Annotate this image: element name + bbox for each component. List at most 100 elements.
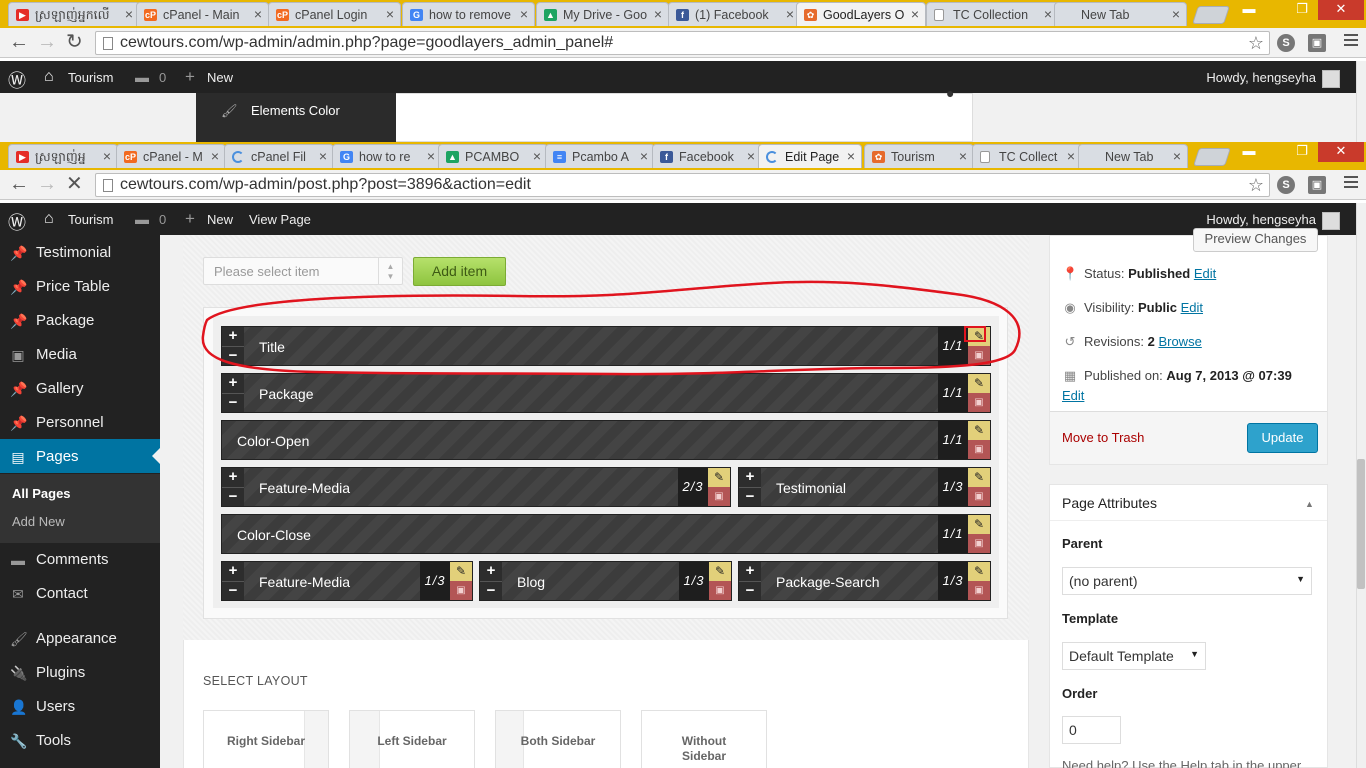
decrease-size-button[interactable]: − bbox=[222, 393, 244, 412]
help-circle-icon[interactable]: ● bbox=[946, 85, 954, 101]
close-tab-icon[interactable]: × bbox=[103, 148, 111, 164]
builder-item[interactable]: + − Package-Search 1/3 ✎ ▣ bbox=[738, 561, 991, 601]
trash-icon[interactable]: ▣ bbox=[968, 581, 990, 600]
extension-icon[interactable]: ▣ bbox=[1308, 176, 1326, 194]
edit-status-link[interactable]: Edit bbox=[1194, 266, 1216, 281]
skype-icon[interactable]: S bbox=[1277, 176, 1295, 194]
sidebar-item-users[interactable]: 👤 Users bbox=[0, 689, 160, 723]
sidebar-item-price-table[interactable]: 📌 Price Table bbox=[0, 269, 160, 303]
layout-option[interactable]: Right Sidebar bbox=[203, 710, 329, 768]
browser-tab[interactable]: ✿ Tourism × bbox=[864, 144, 974, 168]
submenu-all-pages[interactable]: All Pages bbox=[12, 486, 71, 501]
pencil-icon[interactable]: ✎ bbox=[968, 515, 990, 534]
pencil-icon[interactable]: ✎ bbox=[968, 468, 990, 487]
forward-arrow-icon[interactable]: → bbox=[37, 32, 57, 52]
back-scrollbar[interactable] bbox=[1356, 61, 1366, 142]
trash-icon[interactable]: ▣ bbox=[708, 487, 730, 506]
close-tab-icon[interactable]: × bbox=[654, 6, 662, 22]
new-link[interactable]: New bbox=[207, 70, 233, 85]
comment-count[interactable]: 0 bbox=[159, 70, 166, 85]
bookmark-star-icon[interactable]: ☆ bbox=[1248, 33, 1264, 54]
browser-tab[interactable]: TC Collect × bbox=[972, 144, 1082, 168]
update-button[interactable]: Update bbox=[1247, 423, 1318, 453]
trash-icon[interactable]: ▣ bbox=[450, 581, 472, 600]
sidebar-item-personnel[interactable]: 📌 Personnel bbox=[0, 405, 160, 439]
submenu-add-new[interactable]: Add New bbox=[12, 514, 65, 529]
collapse-caret-icon[interactable]: ▲ bbox=[1305, 499, 1314, 509]
sidebar-item-appearance[interactable]: 🖌 Appearance bbox=[0, 621, 160, 655]
sidebar-item-contact[interactable]: ✉ Contact bbox=[0, 576, 160, 610]
avatar[interactable] bbox=[1322, 212, 1340, 230]
sidebar-item-pages[interactable]: ▤ Pages bbox=[0, 439, 160, 473]
sidebar-item-plugins[interactable]: 🔌 Plugins bbox=[0, 655, 160, 689]
pencil-icon[interactable]: ✎ bbox=[709, 562, 731, 581]
trash-icon[interactable]: ▣ bbox=[968, 440, 990, 459]
chrome-menu-icon[interactable] bbox=[1344, 34, 1358, 48]
builder-item[interactable]: + − Testimonial 1/3 ✎ ▣ bbox=[738, 467, 991, 507]
back-arrow-icon[interactable]: ← bbox=[9, 174, 29, 194]
increase-size-button[interactable]: + bbox=[739, 562, 761, 581]
new-tab-button[interactable] bbox=[1193, 148, 1231, 166]
close-tab-icon[interactable]: × bbox=[319, 148, 327, 164]
browser-tab[interactable]: Ghow to remove × bbox=[402, 2, 535, 26]
close-tab-icon[interactable]: × bbox=[1067, 148, 1075, 164]
builder-item[interactable]: Color-Open 1/1 ✎ ▣ bbox=[221, 420, 991, 460]
browser-tab[interactable]: Edit Page × bbox=[758, 144, 862, 168]
howdy-user[interactable]: Howdy, hengseyha bbox=[1206, 212, 1316, 227]
layout-option[interactable]: Without Sidebar bbox=[641, 710, 767, 768]
address-bar[interactable]: cewtours.com/wp-admin/admin.php?page=goo… bbox=[95, 31, 1270, 55]
close-tab-icon[interactable]: × bbox=[959, 148, 967, 164]
new-tab-button[interactable] bbox=[1192, 6, 1230, 24]
forward-arrow-icon[interactable]: → bbox=[37, 174, 57, 194]
close-tab-icon[interactable]: × bbox=[1172, 6, 1180, 22]
wordpress-logo-icon[interactable]: Ⓦ bbox=[8, 209, 26, 235]
browser-tab[interactable]: f (1) Facebook × bbox=[668, 2, 801, 26]
decrease-size-button[interactable]: − bbox=[739, 581, 761, 600]
reload-icon[interactable]: ↻ bbox=[66, 32, 83, 52]
decrease-size-button[interactable]: − bbox=[222, 487, 244, 506]
layout-option[interactable]: Left Sidebar bbox=[349, 710, 475, 768]
maximize-icon[interactable]: ❐ bbox=[1288, 142, 1316, 162]
close-tab-icon[interactable]: × bbox=[386, 6, 394, 22]
site-name-link[interactable]: Tourism bbox=[68, 212, 114, 227]
minimize-icon[interactable]: ▬ bbox=[1235, 142, 1263, 162]
sidebar-item-testimonial[interactable]: 📌 Testimonial bbox=[0, 235, 160, 269]
new-link[interactable]: New bbox=[207, 212, 233, 227]
browser-tab[interactable]: ▶ ស្រឡាញ់អ្ន × bbox=[8, 144, 118, 168]
builder-item[interactable]: + − Blog 1/3 ✎ ▣ bbox=[479, 561, 732, 601]
close-tab-icon[interactable]: × bbox=[847, 148, 855, 164]
pencil-icon[interactable]: ✎ bbox=[968, 562, 990, 581]
decrease-size-button[interactable]: − bbox=[480, 581, 502, 600]
close-tab-icon[interactable]: × bbox=[747, 148, 755, 164]
browser-tab[interactable]: cPanel Fil × bbox=[224, 144, 334, 168]
view-page-link[interactable]: View Page bbox=[249, 212, 311, 227]
wordpress-logo-icon[interactable]: Ⓦ bbox=[8, 67, 26, 93]
close-tab-icon[interactable]: × bbox=[640, 148, 648, 164]
close-window-icon[interactable]: ✕ bbox=[1318, 142, 1364, 162]
howdy-user[interactable]: Howdy, hengseyha bbox=[1206, 70, 1316, 85]
close-tab-icon[interactable]: × bbox=[254, 6, 262, 22]
trash-icon[interactable]: ▣ bbox=[968, 534, 990, 553]
edit-date-link[interactable]: Edit bbox=[1062, 388, 1084, 403]
avatar[interactable] bbox=[1322, 70, 1340, 88]
front-scrollbar[interactable] bbox=[1356, 203, 1366, 768]
browser-tab[interactable]: New Tab × bbox=[1078, 144, 1188, 168]
decrease-size-button[interactable]: − bbox=[739, 487, 761, 506]
elements-color-item[interactable]: Elements Color bbox=[251, 103, 340, 118]
sidebar-item-media[interactable]: ▣ Media bbox=[0, 337, 160, 371]
sidebar-item-gallery[interactable]: 📌 Gallery bbox=[0, 371, 160, 405]
increase-size-button[interactable]: + bbox=[739, 468, 761, 487]
browser-tab[interactable]: cP cPanel - Main × bbox=[136, 2, 269, 26]
browser-tab[interactable]: ▶ ស្រឡាញ់អ្នកលើ × bbox=[8, 2, 140, 26]
back-arrow-icon[interactable]: ← bbox=[9, 32, 29, 52]
sidebar-item-comments[interactable]: ▬ Comments bbox=[0, 542, 160, 576]
template-select[interactable]: Default Template ▼ bbox=[1062, 642, 1206, 670]
close-tab-icon[interactable]: × bbox=[533, 148, 541, 164]
order-input[interactable]: 0 bbox=[1062, 716, 1121, 744]
browse-revisions-link[interactable]: Browse bbox=[1158, 334, 1201, 349]
trash-icon[interactable]: ▣ bbox=[968, 393, 990, 412]
skype-icon[interactable]: S bbox=[1277, 34, 1295, 52]
move-to-trash-link[interactable]: Move to Trash bbox=[1062, 430, 1144, 445]
browser-tab[interactable]: ≡ Pcambo A × bbox=[545, 144, 655, 168]
maximize-icon[interactable]: ❐ bbox=[1288, 0, 1316, 20]
